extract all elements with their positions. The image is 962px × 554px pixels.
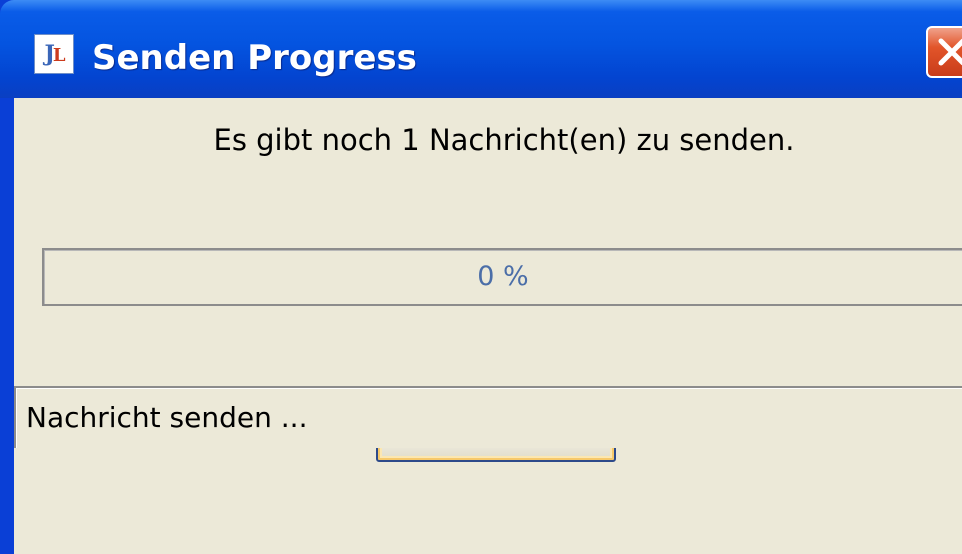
app-logo-icon: JL xyxy=(34,34,74,74)
dialog-window: JL Senden Progress Es gibt noch 1 Nachri… xyxy=(0,0,962,554)
window-title: Senden Progress xyxy=(92,38,417,78)
progress-bar: 0 % xyxy=(42,248,962,306)
dialog-body: Es gibt noch 1 Nachricht(en) zu senden. … xyxy=(14,98,962,554)
app-logo-letter-l: L xyxy=(52,45,66,66)
title-bar[interactable]: JL Senden Progress xyxy=(0,0,962,98)
close-button[interactable] xyxy=(926,26,962,78)
close-x-icon xyxy=(938,38,962,66)
progress-label: 0 % xyxy=(477,261,529,292)
message-label: Es gibt noch 1 Nachricht(en) zu senden. xyxy=(213,123,795,157)
status-bar: Nachricht senden ... xyxy=(14,386,962,448)
status-text: Nachricht senden ... xyxy=(26,401,308,434)
app-logo-letter-j: J xyxy=(44,41,55,67)
